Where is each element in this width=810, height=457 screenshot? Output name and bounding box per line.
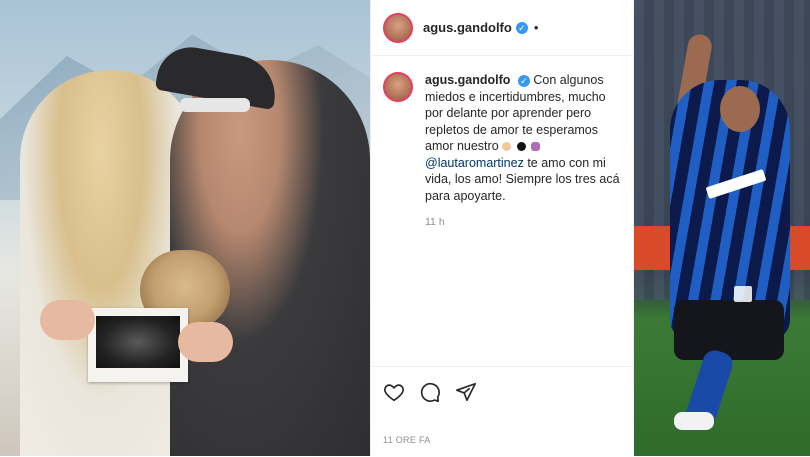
football-photo xyxy=(634,0,810,456)
footer-time: 11 ORE FA xyxy=(383,435,431,445)
baby-face-emoji-icon xyxy=(502,142,512,152)
actions-bar: 11 ORE FA xyxy=(371,366,633,457)
shirt-number xyxy=(734,286,752,302)
sunglasses xyxy=(180,98,250,112)
comment-icon[interactable] xyxy=(419,381,441,403)
profile-avatar[interactable] xyxy=(383,12,413,43)
baby-bottle-emoji-icon xyxy=(531,142,541,152)
black-heart-emoji-icon xyxy=(516,142,526,152)
caption-username[interactable]: agus.gandolfo xyxy=(425,73,510,87)
post-header: agus.gandolfo ✓ • xyxy=(371,0,633,56)
player-shorts xyxy=(674,300,784,360)
relative-time: 11 h xyxy=(425,216,445,228)
left-hand xyxy=(40,300,95,340)
header-username[interactable]: agus.gandolfo xyxy=(423,20,512,35)
caption-block: agus.gandolfo ✓ Con algunos miedos e inc… xyxy=(383,72,625,228)
ultrasound-picture xyxy=(88,308,188,382)
player-shoe xyxy=(674,412,714,430)
actions-row xyxy=(383,381,477,403)
mention-link[interactable]: @lautaromartinez xyxy=(425,156,524,170)
right-hand xyxy=(178,322,233,362)
header-dot: • xyxy=(533,20,539,35)
player-head xyxy=(720,86,760,132)
caption-avatar[interactable] xyxy=(383,72,413,102)
instagram-post-panel: agus.gandolfo ✓ • agus.gandolfo ✓ Con al… xyxy=(370,0,634,456)
heart-icon[interactable] xyxy=(383,381,405,403)
verified-icon: ✓ xyxy=(515,21,528,34)
caption-body: agus.gandolfo ✓ Con algunos miedos e inc… xyxy=(425,72,621,228)
caption-text: agus.gandolfo ✓ Con algunos miedos e inc… xyxy=(425,72,621,204)
caption-verified-icon: ✓ xyxy=(517,74,530,87)
couple-photo xyxy=(0,0,370,456)
share-icon[interactable] xyxy=(455,381,477,403)
